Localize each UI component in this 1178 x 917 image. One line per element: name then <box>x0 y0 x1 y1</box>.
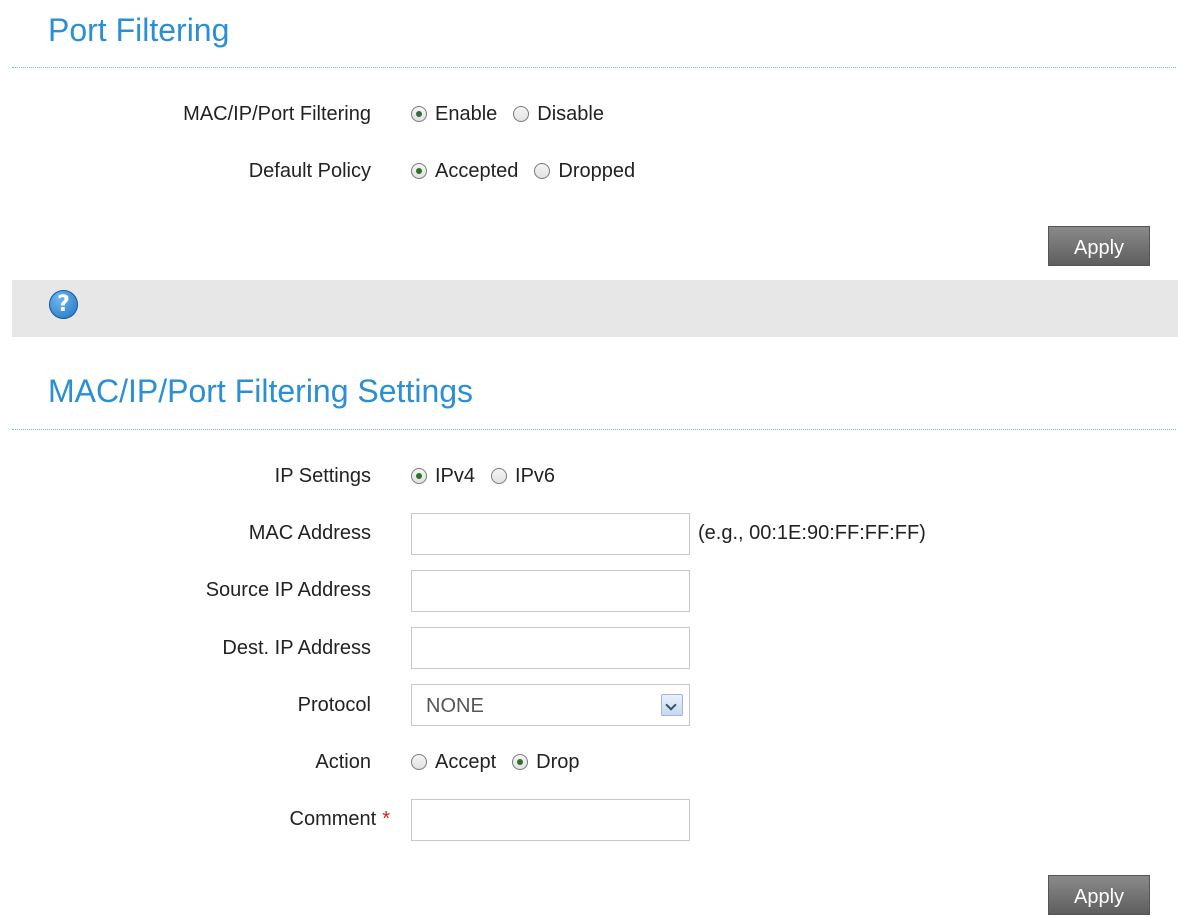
default-policy-label: Default Policy <box>248 160 371 182</box>
help-bar: ? <box>12 280 1178 337</box>
policy-dropped-label: Dropped <box>558 160 636 182</box>
action-label: Action <box>315 751 371 773</box>
dest-ip-input[interactable] <box>411 627 690 669</box>
ip-v4-option[interactable]: IPv4 <box>411 464 475 488</box>
ip-v4-label: IPv4 <box>435 465 476 487</box>
action-drop-option[interactable]: Drop <box>512 750 580 774</box>
help-icon[interactable]: ? <box>49 290 78 319</box>
apply-button[interactable]: Apply <box>1048 226 1150 266</box>
policy-accepted-label: Accepted <box>435 160 519 182</box>
section-divider <box>12 429 1176 430</box>
policy-accepted-radio[interactable] <box>411 163 427 179</box>
ip-settings-label: IP Settings <box>274 465 371 487</box>
ip-v4-radio[interactable] <box>411 468 427 484</box>
ip-settings-radio-group: IPv4 IPv6 <box>411 464 571 488</box>
action-accept-radio[interactable] <box>411 754 427 770</box>
ip-v6-label: IPv6 <box>515 465 556 487</box>
action-accept-option[interactable]: Accept <box>411 750 496 774</box>
chevron-down-icon[interactable] <box>661 694 683 716</box>
protocol-label: Protocol <box>297 694 371 716</box>
policy-dropped-option[interactable]: Dropped <box>534 159 635 183</box>
filtering-radio-group: Enable Disable <box>411 102 620 126</box>
mac-address-label: MAC Address <box>248 522 371 544</box>
filtering-disable-radio[interactable] <box>513 106 530 122</box>
policy-dropped-radio[interactable] <box>534 163 551 179</box>
filtering-enable-label: Enable <box>435 103 498 125</box>
mac-address-input[interactable] <box>411 513 690 555</box>
page-title: Port Filtering <box>48 12 230 48</box>
filtering-enable-radio[interactable] <box>411 106 427 122</box>
dest-ip-label: Dest. IP Address <box>222 637 371 659</box>
section-title: MAC/IP/Port Filtering Settings <box>48 373 474 409</box>
source-ip-input[interactable] <box>411 570 690 612</box>
action-radio-group: Accept Drop <box>411 750 596 774</box>
title-divider <box>12 67 1176 68</box>
protocol-select[interactable]: NONE <box>411 684 690 726</box>
source-ip-label: Source IP Address <box>205 579 371 601</box>
ip-v6-option[interactable]: IPv6 <box>491 464 555 488</box>
action-drop-label: Drop <box>536 751 580 773</box>
settings-apply-button[interactable]: Apply <box>1048 875 1150 915</box>
required-marker: * <box>382 808 390 830</box>
policy-accepted-option[interactable]: Accepted <box>411 159 518 183</box>
filtering-disable-option[interactable]: Disable <box>513 102 604 126</box>
filtering-disable-label: Disable <box>537 103 604 125</box>
protocol-selected-value: NONE <box>426 695 484 717</box>
comment-label-group: Comment * <box>0 807 391 831</box>
filtering-enable-option[interactable]: Enable <box>411 102 497 126</box>
action-accept-label: Accept <box>435 751 497 773</box>
mac-address-hint: (e.g., 00:1E:90:FF:FF:FF) <box>698 522 926 544</box>
action-drop-radio[interactable] <box>512 754 529 770</box>
comment-input[interactable] <box>411 799 690 841</box>
policy-radio-group: Accepted Dropped <box>411 159 651 183</box>
ip-v6-radio[interactable] <box>491 468 508 484</box>
filtering-label: MAC/IP/Port Filtering <box>183 103 371 125</box>
comment-label: Comment <box>289 808 377 830</box>
